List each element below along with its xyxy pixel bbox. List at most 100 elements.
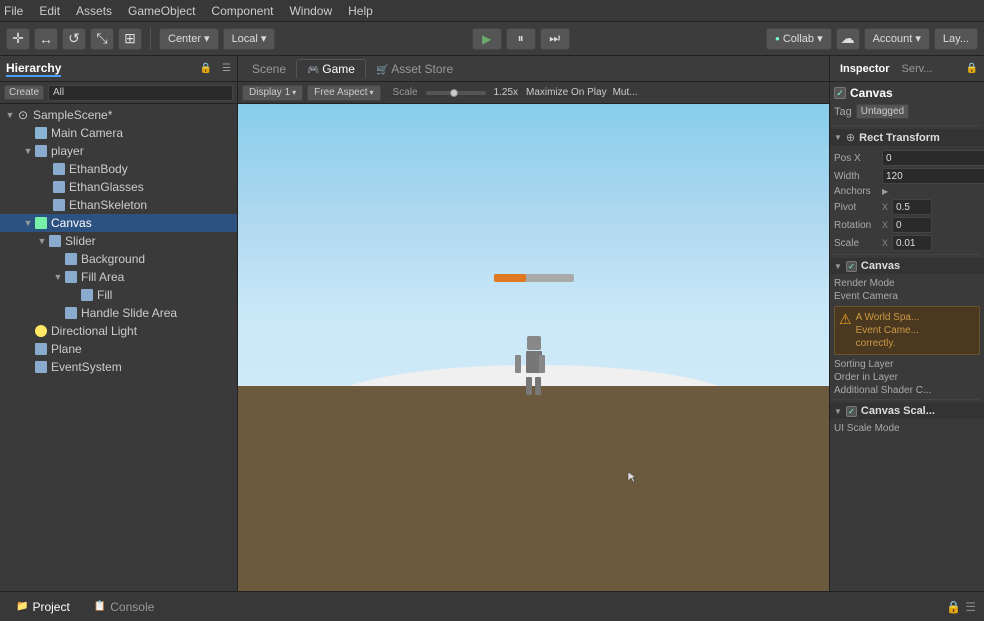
tag-label: Tag — [834, 106, 852, 118]
canvas-scaler-section[interactable]: ▼ ✓ Canvas Scal... — [830, 403, 984, 419]
scale-slider[interactable] — [426, 91, 486, 95]
hierarchy-lock-icon[interactable]: 🔒 — [200, 63, 212, 74]
hierarchy-search[interactable] — [48, 85, 233, 101]
rotation-x-input[interactable] — [892, 217, 932, 233]
inspector-panel: Inspector Serv... 🔒 ✓ Canvas Tag Untagge… — [829, 56, 984, 591]
menu-component[interactable]: Component — [211, 4, 273, 18]
player-icon — [34, 144, 48, 158]
scale-label: Scale — [393, 87, 418, 98]
menu-edit[interactable]: Edit — [39, 4, 60, 18]
maximize-btn[interactable]: Maximize On Play — [526, 87, 607, 98]
pivot-x-input[interactable] — [892, 199, 932, 215]
tree-item-fill-area[interactable]: ▼ Fill Area — [0, 268, 237, 286]
tab-console[interactable]: 📋 Console — [86, 598, 162, 616]
play-button[interactable]: ▶ — [472, 28, 502, 50]
menu-gameobject[interactable]: GameObject — [128, 4, 195, 18]
tag-value[interactable]: Untagged — [856, 104, 909, 119]
display-btn[interactable]: Display 1 ▾ — [242, 85, 303, 101]
char-legs — [522, 377, 546, 395]
inspector-tabs: Inspector Serv... — [836, 62, 937, 76]
tab-project[interactable]: 📁 Project — [8, 598, 78, 616]
hierarchy-menu-icon[interactable]: ☰ — [222, 63, 231, 74]
canvas-enable-checkbox[interactable]: ✓ — [834, 87, 846, 99]
cloud-btn[interactable]: ☁ — [836, 28, 860, 50]
hp-bar-fill — [494, 274, 526, 282]
warning-text: A World Spa...Event Came...correctly. — [856, 311, 920, 350]
additional-shader-label: Additional Shader C... — [834, 385, 980, 396]
tree-item-ethanglasses[interactable]: EthanGlasses — [0, 178, 237, 196]
account-btn[interactable]: Account ▾ — [864, 28, 930, 50]
tree-item-main-camera[interactable]: Main Camera — [0, 124, 237, 142]
aspect-btn[interactable]: Free Aspect ▾ — [307, 85, 380, 101]
tab-asset-store[interactable]: 🛒 Asset Store — [366, 60, 463, 78]
tree-item-player[interactable]: ▼ player — [0, 142, 237, 160]
anchors-row[interactable]: Anchors ▶ — [834, 186, 980, 197]
plane-icon — [34, 342, 48, 356]
view-tabs: Scene 🎮 Game 🛒 Asset Store — [238, 56, 829, 82]
transform-rect-btn[interactable]: ⊞ — [118, 28, 142, 50]
display-label: Display 1 — [249, 87, 290, 98]
rotation-xy: X — [882, 217, 932, 233]
camera-icon — [34, 126, 48, 140]
transform-rotate-btn[interactable]: ↺ — [62, 28, 86, 50]
collab-btn[interactable]: ● Collab ▾ — [766, 28, 832, 50]
canvas-section-checkbox[interactable]: ✓ — [846, 261, 857, 272]
scale-x-input[interactable] — [892, 235, 932, 251]
transform-hand-btn[interactable]: ✛ — [6, 28, 30, 50]
layout-btn[interactable]: Lay... — [934, 28, 978, 50]
ui-scale-mode-row: UI Scale Mode — [834, 423, 980, 434]
aspect-label: Free Aspect — [314, 87, 367, 98]
transform-scale-btn[interactable]: ⤡ — [90, 28, 114, 50]
light-label: Directional Light — [51, 324, 137, 338]
inspector-tab-services[interactable]: Serv... — [898, 62, 937, 76]
step-button[interactable]: ⏭ — [540, 28, 570, 50]
tree-item-background[interactable]: Background — [0, 250, 237, 268]
pos-x-row: Pos X — [834, 150, 980, 166]
tree-item-canvas[interactable]: ▼ Canvas — [0, 214, 237, 232]
tree-item-plane[interactable]: Plane — [0, 340, 237, 358]
pos-x-input[interactable] — [882, 150, 984, 166]
tree-item-slider[interactable]: ▼ Slider — [0, 232, 237, 250]
tree-item-samplescene[interactable]: ▼ ⊙ SampleScene* — [0, 106, 237, 124]
fill-area-label: Fill Area — [81, 270, 124, 284]
rotation-label: Rotation — [834, 220, 878, 231]
char-head — [527, 336, 541, 350]
rect-transform-section[interactable]: ▼ ⊕ Rect Transform — [830, 129, 984, 146]
tree-item-fill[interactable]: Fill — [0, 286, 237, 304]
game-tab-label: Game — [322, 62, 355, 76]
render-mode-row: Render Mode — [834, 278, 980, 289]
inspector-lock-icon[interactable]: 🔒 — [966, 63, 978, 74]
pause-button[interactable]: ⏸ — [506, 28, 536, 50]
bottom-menu-icon[interactable]: ☰ — [965, 600, 976, 614]
rect-arrow-icon: ▼ — [834, 133, 842, 142]
menu-help[interactable]: Help — [348, 4, 373, 18]
bottom-lock-icon[interactable]: 🔒 — [946, 600, 961, 614]
center-btn[interactable]: Center ▾ — [159, 28, 219, 50]
canvas-section-header[interactable]: ▼ ✓ Canvas — [830, 258, 984, 274]
menu-file[interactable]: File — [4, 4, 23, 18]
slider-arrow-icon: ▼ — [36, 236, 48, 246]
menu-window[interactable]: Window — [289, 4, 332, 18]
menu-assets[interactable]: Assets — [76, 4, 112, 18]
transform-move-btn[interactable]: ↔ — [34, 28, 58, 50]
width-input[interactable] — [882, 168, 984, 184]
fill-icon — [80, 288, 94, 302]
tab-game[interactable]: 🎮 Game — [296, 59, 366, 78]
tree-item-ethanbody[interactable]: EthanBody — [0, 160, 237, 178]
hierarchy-tab[interactable]: Hierarchy — [6, 61, 61, 77]
canvas-scaler-checkbox[interactable]: ✓ — [846, 406, 857, 417]
tree-item-directional-light[interactable]: Directional Light — [0, 322, 237, 340]
hp-bar-container — [494, 274, 574, 282]
canvas-scaler-arrow-icon: ▼ — [834, 407, 842, 416]
tab-scene[interactable]: Scene — [242, 60, 296, 78]
tree-item-handle-slide-area[interactable]: Handle Slide Area — [0, 304, 237, 322]
tree-item-eventsystem[interactable]: EventSystem — [0, 358, 237, 376]
create-button[interactable]: Create — [4, 85, 44, 100]
local-btn[interactable]: Local ▾ — [223, 28, 276, 50]
handle-icon — [64, 306, 78, 320]
tree-item-ethanskeleton[interactable]: EthanSkeleton — [0, 196, 237, 214]
mute-btn[interactable]: Mut... — [613, 87, 638, 98]
ethanskeleton-icon — [52, 198, 66, 212]
scale-value: 1.25x — [494, 87, 518, 98]
inspector-tab-inspector[interactable]: Inspector — [836, 62, 894, 76]
